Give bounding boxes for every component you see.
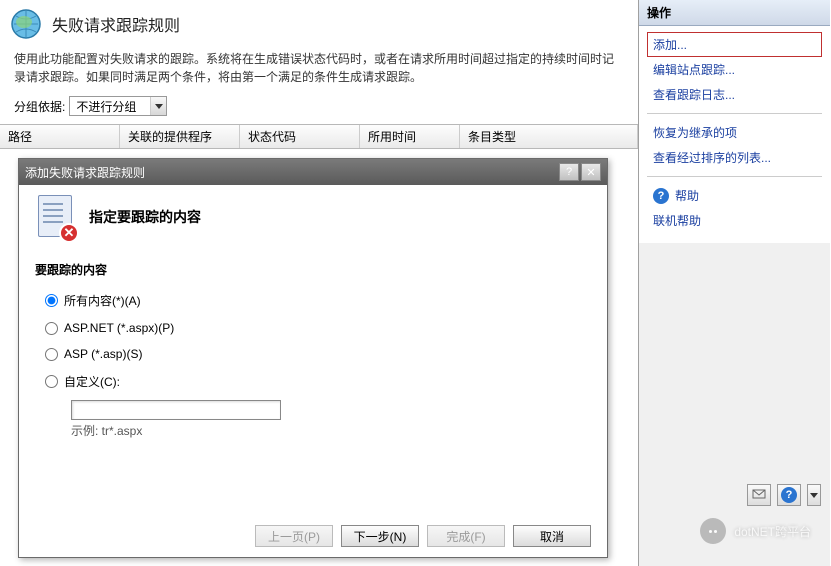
page-description: 使用此功能配置对失败请求的跟踪。系统将在生成错误状态代码时，或者在请求所用时间超… — [0, 44, 638, 96]
document-error-icon: ✕ — [35, 195, 75, 239]
action-view-sorted[interactable]: 查看经过排序的列表... — [647, 145, 822, 170]
page-title: 失败请求跟踪规则 — [52, 12, 180, 36]
col-provider[interactable]: 关联的提供程序 — [120, 125, 240, 148]
finish-button: 完成(F) — [427, 525, 505, 547]
col-status[interactable]: 状态代码 — [240, 125, 360, 148]
dialog-title: 添加失败请求跟踪规则 — [25, 164, 557, 181]
radio-aspnet[interactable]: ASP.NET (*.aspx)(P) — [45, 321, 581, 335]
radio-all-label: 所有内容(*)(A) — [64, 292, 141, 309]
radio-all-input[interactable] — [45, 294, 58, 307]
radio-custom-label: 自定义(C): — [64, 373, 120, 390]
chevron-down-icon[interactable] — [150, 97, 166, 115]
add-rule-dialog: 添加失败请求跟踪规则 ? ✕ ✕ 指定要跟踪的内容 要跟踪的内容 所有内容(*)… — [18, 158, 608, 558]
globe-icon — [10, 8, 42, 40]
action-view-log[interactable]: 查看跟踪日志... — [647, 82, 822, 107]
example-text: 示例: tr*.aspx — [71, 422, 591, 439]
action-add[interactable]: 添加... — [647, 32, 822, 57]
help-button-icon[interactable]: ? — [777, 484, 801, 506]
prev-button: 上一页(P) — [255, 525, 333, 547]
radio-custom[interactable]: 自定义(C): — [45, 373, 581, 390]
radio-aspnet-input[interactable] — [45, 322, 58, 335]
cancel-button[interactable]: 取消 — [513, 525, 591, 547]
custom-pattern-input[interactable] — [71, 400, 281, 420]
radio-aspnet-label: ASP.NET (*.aspx)(P) — [64, 321, 174, 335]
radio-custom-input[interactable] — [45, 375, 58, 388]
column-headers: 路径 关联的提供程序 状态代码 所用时间 条目类型 — [0, 124, 638, 149]
close-icon[interactable]: ✕ — [581, 163, 601, 181]
section-label: 要跟踪的内容 — [35, 261, 591, 278]
actions-panel: 操作 添加... 编辑站点跟踪... 查看跟踪日志... 恢复为继承的项 查看经… — [638, 0, 830, 566]
dropdown-icon[interactable] — [807, 484, 821, 506]
action-online-help[interactable]: 联机帮助 — [647, 208, 822, 233]
action-help[interactable]: ? 帮助 — [647, 183, 822, 208]
action-edit-trace[interactable]: 编辑站点跟踪... — [647, 57, 822, 82]
radio-all[interactable]: 所有内容(*)(A) — [45, 292, 581, 309]
dialog-subtitle: 指定要跟踪的内容 — [89, 207, 201, 227]
help-icon: ? — [653, 188, 669, 204]
separator — [647, 113, 822, 114]
actions-title: 操作 — [639, 0, 830, 26]
col-entry[interactable]: 条目类型 — [460, 125, 638, 148]
notify-icon[interactable] — [747, 484, 771, 506]
radio-asp-label: ASP (*.asp)(S) — [64, 347, 142, 361]
col-time[interactable]: 所用时间 — [360, 125, 460, 148]
col-path[interactable]: 路径 — [0, 125, 120, 148]
separator — [647, 176, 822, 177]
radio-asp[interactable]: ASP (*.asp)(S) — [45, 347, 581, 361]
radio-asp-input[interactable] — [45, 348, 58, 361]
help-icon[interactable]: ? — [559, 163, 579, 181]
group-by-select[interactable]: 不进行分组 — [69, 96, 167, 116]
group-by-value: 不进行分组 — [70, 98, 150, 115]
action-revert[interactable]: 恢复为继承的项 — [647, 120, 822, 145]
next-button[interactable]: 下一步(N) — [341, 525, 419, 547]
group-by-label: 分组依据: — [14, 98, 65, 115]
